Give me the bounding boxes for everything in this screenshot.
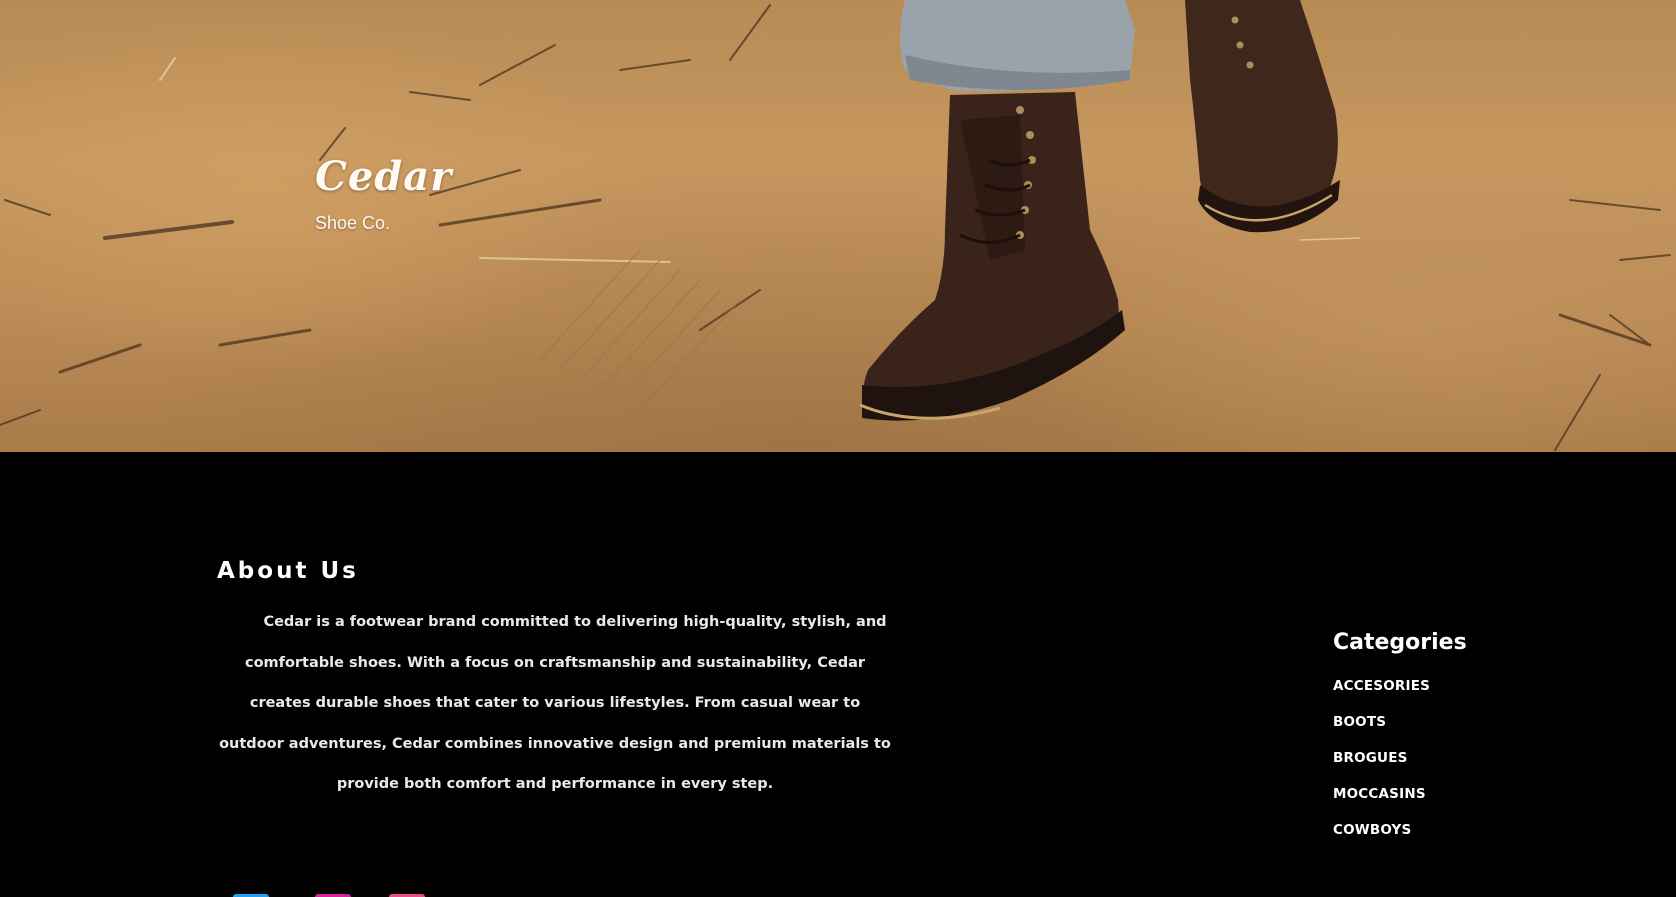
categories-list: ACCESORIES BOOTS BROGUES MOCCASINS COWBO…: [1333, 675, 1593, 855]
category-link-moccasins[interactable]: MOCCASINS: [1333, 786, 1426, 802]
category-item-cowboys: COWBOYS: [1333, 819, 1593, 855]
categories-title: Categories: [1333, 630, 1467, 655]
brand-block: Cedar Shoe Co.: [315, 155, 452, 234]
brand-tagline: Shoe Co.: [315, 213, 391, 233]
category-item-accesories: ACCESORIES: [1333, 675, 1593, 711]
footer: About Us Cedar is a footwear brand commi…: [0, 452, 1676, 897]
category-link-accesories[interactable]: ACCESORIES: [1333, 678, 1430, 694]
categories-section: Categories ACCESORIES BOOTS BROGUES MOCC…: [1333, 630, 1593, 855]
brand-logo[interactable]: Cedar: [315, 155, 452, 199]
category-link-brogues[interactable]: BROGUES: [1333, 750, 1408, 766]
category-link-cowboys[interactable]: COWBOYS: [1333, 822, 1411, 838]
category-item-boots: BOOTS: [1333, 711, 1593, 747]
hero-image: [0, 0, 1671, 451]
about-text: Cedar is a footwear brand committed to d…: [219, 614, 891, 792]
category-item-brogues: BROGUES: [1333, 747, 1593, 783]
category-item-moccasins: MOCCASINS: [1333, 783, 1593, 819]
hero-banner: Cedar Shoe Co.: [0, 0, 1676, 452]
page: Cedar Shoe Co. About Us Cedar is a footw…: [0, 0, 1676, 897]
about-title: About Us: [217, 558, 359, 584]
category-link-boots[interactable]: BOOTS: [1333, 714, 1386, 730]
about-section: About Us Cedar is a footwear brand commi…: [217, 558, 897, 805]
